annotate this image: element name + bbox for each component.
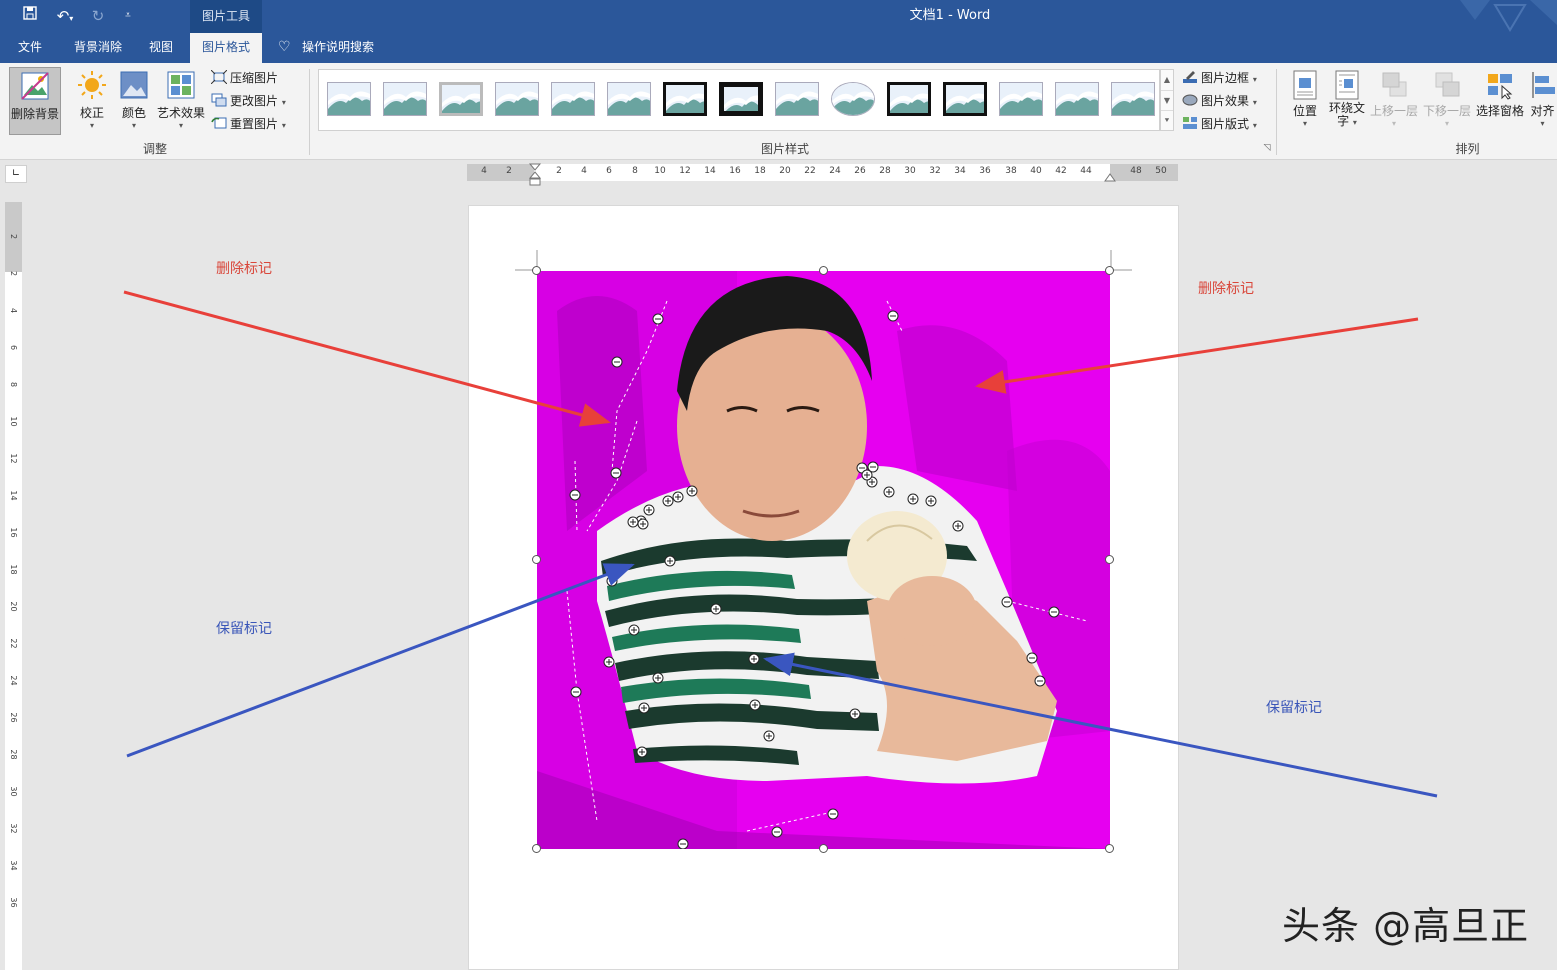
delete-mark-label-right: 删除标记	[1198, 281, 1254, 297]
keep-mark-label-left: 保留标记	[216, 621, 272, 637]
delete-arrow-left	[123, 290, 611, 427]
delete-mark-label-left: 删除标记	[216, 261, 272, 277]
delete-arrow-right	[975, 317, 1419, 394]
keep-mark-label-right: 保留标记	[1266, 700, 1322, 716]
annotation-arrows	[123, 290, 1438, 798]
watermark: 头条 @高旦正	[1282, 904, 1530, 948]
keep-arrow-left	[126, 563, 635, 758]
keep-arrow-right	[763, 652, 1438, 798]
